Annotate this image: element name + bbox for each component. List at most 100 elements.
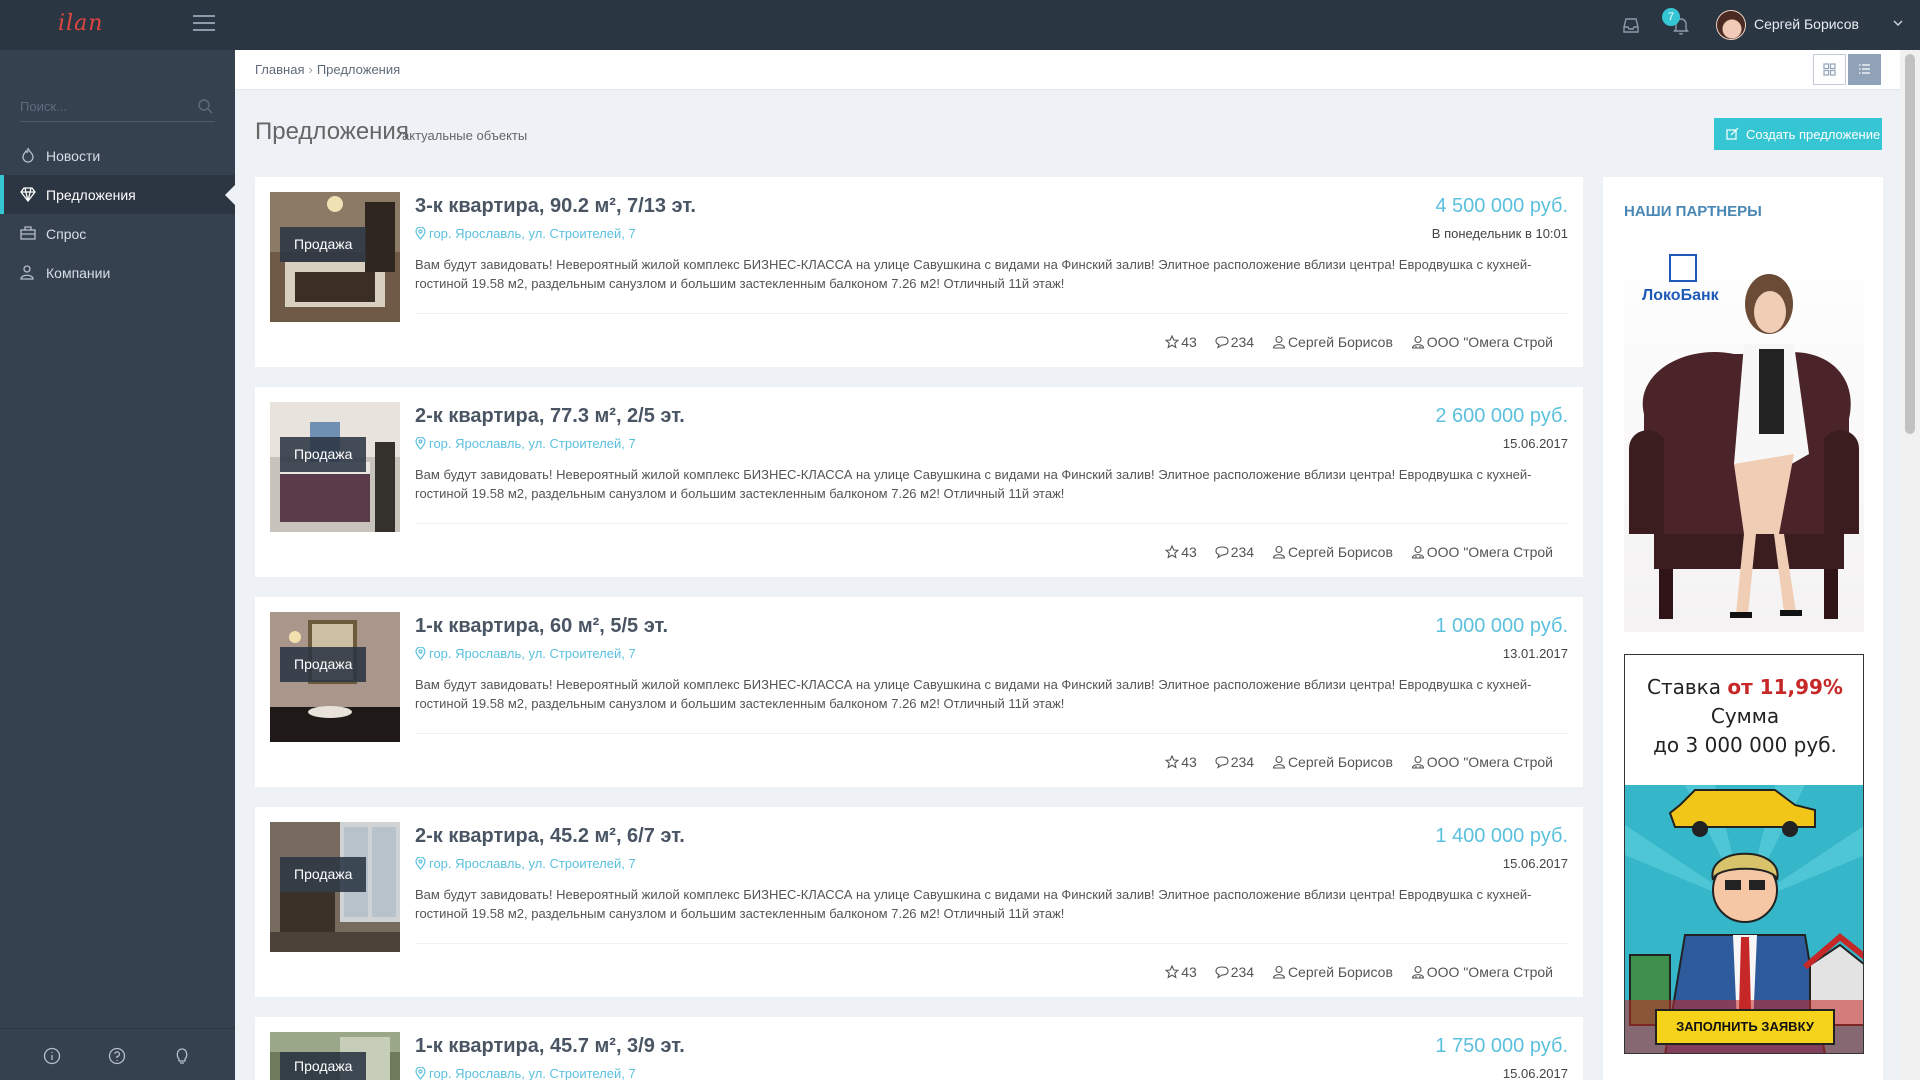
comments-value: 234 xyxy=(1230,334,1255,350)
scrollbar-thumb[interactable] xyxy=(1905,54,1915,434)
listing-company[interactable]: ООО "Омега Строй xyxy=(1411,544,1553,560)
breadcrumb-home[interactable]: Главная xyxy=(255,62,304,77)
list-view-button[interactable] xyxy=(1848,54,1881,85)
help-icon[interactable] xyxy=(108,1047,126,1065)
banner-illustration xyxy=(1629,274,1859,619)
listing-date: 15.06.2017 xyxy=(1502,856,1568,871)
listing-card[interactable]: Продажа 3-к квартира, 90.2 м², 7/13 эт. … xyxy=(255,177,1583,367)
listing-card[interactable]: Продажа 2-к квартира, 45.2 м², 6/7 эт. 1… xyxy=(255,807,1583,997)
grid-view-button[interactable] xyxy=(1813,54,1846,85)
listing-card[interactable]: Продажа 1-к квартира, 60 м², 5/5 эт. 1 0… xyxy=(255,597,1583,787)
listing-title[interactable]: 3-к квартира, 90.2 м², 7/13 эт. xyxy=(415,195,696,218)
listing-meta: 43 234 Сергей Борисов ООО "Омега Строй xyxy=(1151,964,1553,980)
listing-title[interactable]: 2-к квартира, 45.2 м², 6/7 эт. xyxy=(415,825,685,848)
listing-type-tag: Продажа xyxy=(280,437,367,472)
sidebar-item-companies[interactable]: Компании xyxy=(0,253,235,292)
listing-agent[interactable]: Сергей Борисов xyxy=(1272,964,1393,980)
location-pin-icon xyxy=(415,227,426,240)
user-icon xyxy=(1272,545,1285,559)
favorites-count[interactable]: 43 xyxy=(1164,544,1197,560)
location-pin-icon xyxy=(415,437,426,450)
comments-count[interactable]: 234 xyxy=(1215,754,1254,770)
favorites-count[interactable]: 43 xyxy=(1164,334,1197,350)
partner-banner-lokobank[interactable]: ЛокоБанк xyxy=(1624,234,1864,632)
star-icon xyxy=(1164,964,1180,979)
listing-photo[interactable]: Продажа xyxy=(270,402,400,532)
divider xyxy=(415,943,1568,944)
divider xyxy=(415,313,1568,314)
comments-value: 234 xyxy=(1230,964,1255,980)
listing-agent[interactable]: Сергей Борисов xyxy=(1272,544,1393,560)
sidebar-item-demand[interactable]: Спрос xyxy=(0,214,235,253)
listing-type-tag: Продажа xyxy=(280,647,367,682)
search-input[interactable] xyxy=(20,92,190,120)
sidebar-item-label: Новости xyxy=(46,148,101,164)
comments-count[interactable]: 234 xyxy=(1215,334,1254,350)
scrollbar[interactable] xyxy=(1900,50,1920,1080)
location-pin-icon xyxy=(415,1067,426,1080)
partner-banner-credit[interactable]: Ставка от 11,99% Сумма до 3 000 000 руб. xyxy=(1624,654,1864,1054)
credit-offer-text: Ставка от 11,99% Сумма до 3 000 000 руб. xyxy=(1625,673,1863,760)
comments-count[interactable]: 234 xyxy=(1215,544,1254,560)
star-icon xyxy=(1164,754,1180,769)
avatar[interactable] xyxy=(1716,10,1746,40)
listing-address[interactable]: гор. Ярославль, ул. Строителей, 7 xyxy=(415,1066,636,1080)
list-icon xyxy=(1859,64,1870,74)
listing-photo[interactable]: Продажа xyxy=(270,192,400,322)
listing-price: 1 000 000 руб. xyxy=(1435,615,1568,637)
chevron-down-icon[interactable] xyxy=(1893,18,1903,28)
listing-photo[interactable]: Продажа xyxy=(270,822,400,952)
listing-agent[interactable]: Сергей Борисов xyxy=(1272,334,1393,350)
star-icon xyxy=(1164,334,1180,349)
sidebar-search xyxy=(20,92,215,122)
listing-address[interactable]: гор. Ярославль, ул. Строителей, 7 xyxy=(415,646,636,661)
listing-date: 13.01.2017 xyxy=(1502,646,1568,661)
favorites-value: 43 xyxy=(1181,544,1197,560)
listing-title[interactable]: 1-к квартира, 60 м², 5/5 эт. xyxy=(415,615,668,638)
listing-photo[interactable]: Продажа xyxy=(270,1032,400,1080)
sidebar-item-label: Компании xyxy=(46,265,111,281)
favorites-count[interactable]: 43 xyxy=(1164,754,1197,770)
comments-count[interactable]: 234 xyxy=(1215,964,1254,980)
page-subtitle: актуальные объекты xyxy=(402,128,528,143)
listing-description: Вам будут завидовать! Невероятный жилой … xyxy=(415,677,1532,711)
listing-card[interactable]: Продажа 2-к квартира, 77.3 м², 2/5 эт. 2… xyxy=(255,387,1583,577)
listing-price: 2 600 000 руб. xyxy=(1435,405,1568,427)
favorites-count[interactable]: 43 xyxy=(1164,964,1197,980)
agent-name: Сергей Борисов xyxy=(1287,334,1393,350)
sidebar-item-offers[interactable]: Предложения xyxy=(0,175,236,214)
sidebar-item-label: Спрос xyxy=(46,226,87,242)
listing-address[interactable]: гор. Ярославль, ул. Строителей, 7 xyxy=(415,856,636,871)
fill-application-button[interactable]: ЗАПОЛНИТЬ ЗАЯВКУ xyxy=(1655,1009,1835,1045)
listing-card[interactable]: Продажа 1-к квартира, 45.7 м², 3/9 эт. 1… xyxy=(255,1017,1583,1080)
listing-price: 1 750 000 руб. xyxy=(1435,1035,1568,1057)
listing-company[interactable]: ООО "Омега Строй xyxy=(1411,964,1553,980)
sidebar-item-news[interactable]: Новости xyxy=(0,136,235,175)
create-offer-button[interactable]: Создать предложение xyxy=(1714,118,1882,150)
app-logo[interactable]: ilan xyxy=(58,11,103,36)
listing-company[interactable]: ООО "Омега Строй xyxy=(1411,334,1553,350)
listing-title[interactable]: 1-к квартира, 45.7 м², 3/9 эт. xyxy=(415,1035,685,1058)
listing-type-tag: Продажа xyxy=(280,227,367,262)
lightbulb-icon[interactable] xyxy=(173,1047,191,1065)
agent-name: Сергей Борисов xyxy=(1287,964,1393,980)
user-name[interactable]: Сергей Борисов xyxy=(1754,16,1859,32)
listing-address[interactable]: гор. Ярославль, ул. Строителей, 7 xyxy=(415,436,636,451)
listing-company[interactable]: ООО "Омега Строй xyxy=(1411,754,1553,770)
company-name: ООО "Омега Строй xyxy=(1426,754,1553,770)
search-icon[interactable] xyxy=(197,98,213,114)
info-icon[interactable] xyxy=(43,1047,61,1065)
listing-address-text: гор. Ярославль, ул. Строителей, 7 xyxy=(429,226,636,241)
listing-address-text: гор. Ярославль, ул. Строителей, 7 xyxy=(429,646,636,661)
top-bar: ilan 7 Сергей Борисов xyxy=(0,0,1920,50)
menu-toggle-icon[interactable] xyxy=(193,15,215,33)
inbox-icon[interactable] xyxy=(1620,14,1642,36)
sidebar: Новости Предложения Спрос Компании xyxy=(0,50,236,1080)
listing-agent[interactable]: Сергей Борисов xyxy=(1272,754,1393,770)
amount-label: Сумма xyxy=(1710,704,1780,728)
listing-title[interactable]: 2-к квартира, 77.3 м², 2/5 эт. xyxy=(415,405,685,428)
listing-address[interactable]: гор. Ярославль, ул. Строителей, 7 xyxy=(415,226,636,241)
location-pin-icon xyxy=(415,857,426,870)
favorites-value: 43 xyxy=(1181,754,1197,770)
listing-photo[interactable]: Продажа xyxy=(270,612,400,742)
